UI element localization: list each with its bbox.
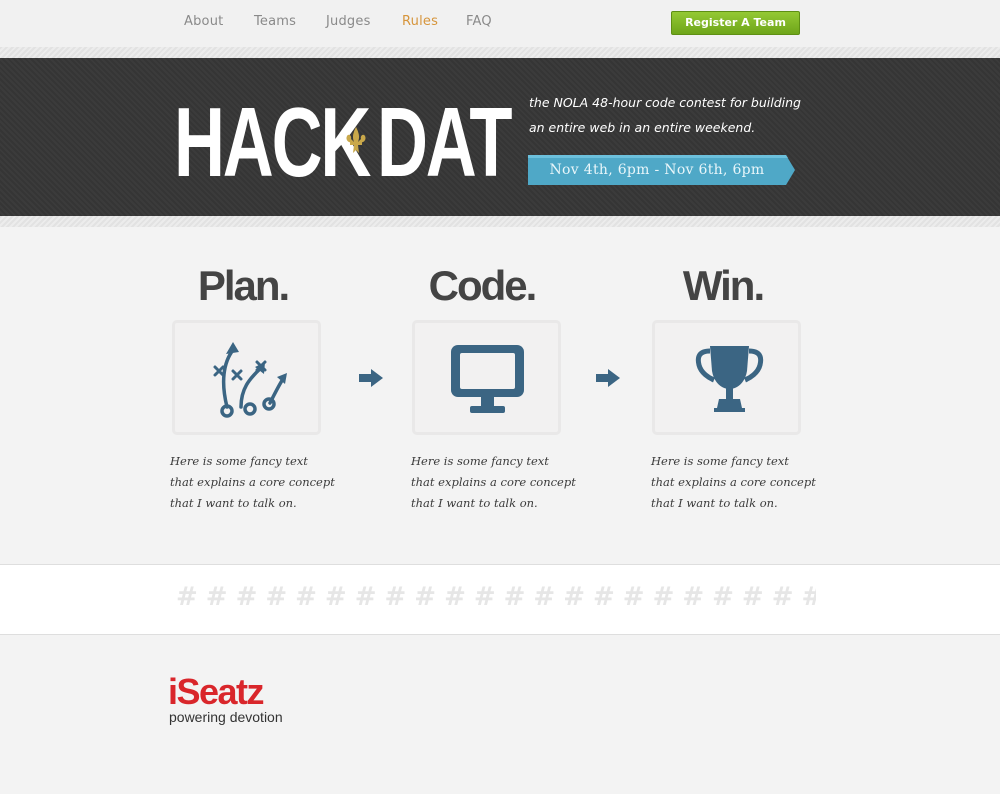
nav-link-about[interactable]: About [184,14,223,29]
logo-word-dat: DAT [377,87,512,197]
sponsor-logo-tagline: powering devotion [169,709,283,725]
nav-link-teams[interactable]: Teams [254,14,296,29]
nav-link-judges[interactable]: Judges [326,14,371,29]
top-nav-bar [0,0,1000,47]
step-box-win [652,320,801,435]
nav-link-rules[interactable]: Rules [402,14,438,29]
playbook-icon [213,342,287,418]
nav-divider-stripe [0,47,1000,58]
trophy-icon [695,346,764,412]
arrow-right-icon [359,369,383,387]
event-dates: Nov 4th, 6pm - Nov 6th, 6pm [549,162,765,178]
step-desc-plan: Here is some fancy text that explains a … [170,454,335,510]
step-title-win: Win. [682,262,765,309]
logo-word-hack: HACK [174,87,371,197]
fleur-de-lis-icon [346,127,366,153]
step-box-plan [172,320,321,435]
step-title-plan: Plan. [197,262,290,309]
arrow-right-icon [596,369,620,387]
step-desc-code: Here is some fancy text that explains a … [411,454,576,510]
nav-link-faq[interactable]: FAQ [466,14,492,29]
monitor-icon [451,345,524,413]
register-team-button[interactable]: Register A Team [671,11,800,35]
hero-bottom-stripe [0,216,1000,227]
sponsor-logo-name[interactable]: iSeatz [168,672,265,712]
hash-pattern: ######################### [176,582,816,612]
step-box-code [412,320,561,435]
step-title-code: Code. [428,262,538,309]
step-desc-win: Here is some fancy text that explains a … [651,454,816,510]
hero-tagline: the NOLA 48-hour code contest for buildi… [529,95,801,135]
